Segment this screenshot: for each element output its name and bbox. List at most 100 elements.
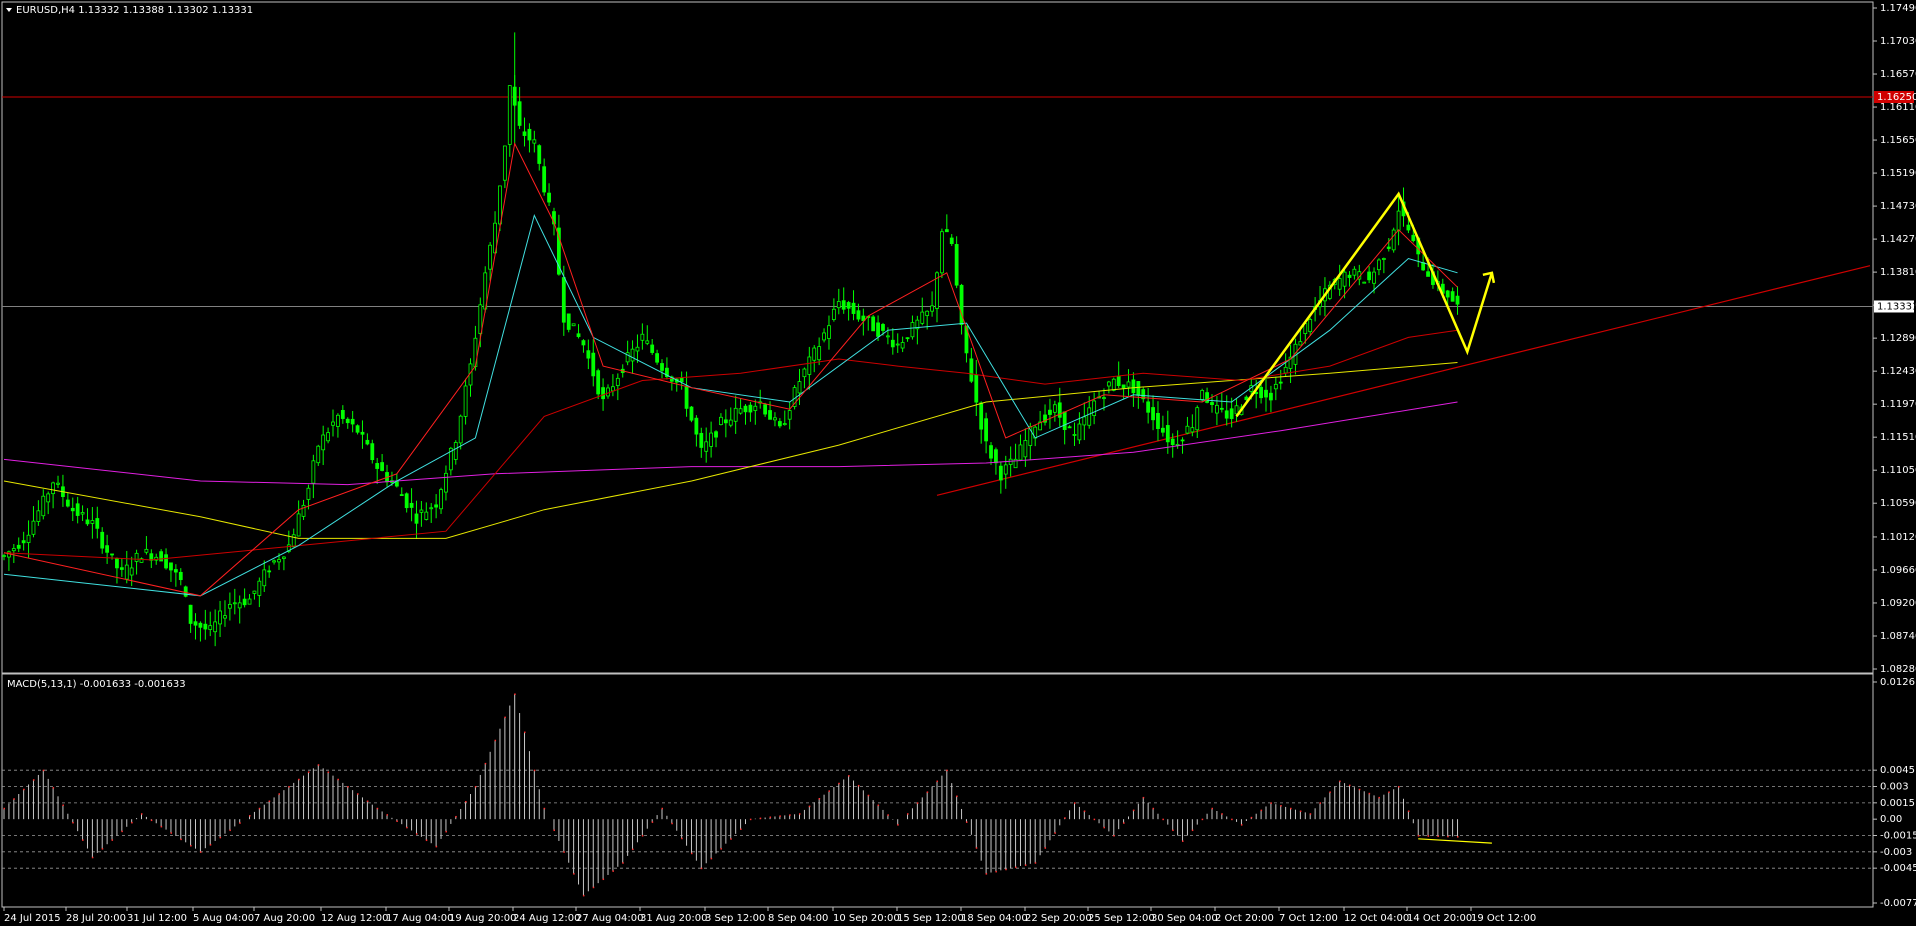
candle-body (1180, 439, 1185, 442)
candle-body (984, 418, 989, 442)
macd-signal-dot (985, 873, 988, 875)
macd-signal-dot (1191, 829, 1194, 832)
price-tick-label: 1.11510 (1880, 432, 1916, 443)
candle-body (56, 482, 60, 485)
candle-body (650, 344, 655, 353)
candle-body (1151, 407, 1155, 421)
candle-body (517, 101, 522, 126)
candle-body (1362, 281, 1367, 284)
macd-signal-dot (1015, 866, 1017, 869)
candle-body (979, 402, 984, 430)
candle-body (51, 482, 56, 495)
candle-body (360, 431, 365, 435)
candle-body (576, 333, 581, 337)
candle-body (768, 410, 772, 420)
candle-body (1062, 411, 1067, 431)
candle-body (178, 571, 183, 581)
candle-body (763, 404, 768, 415)
candle-body (1273, 383, 1278, 390)
macd-signal-dot (1083, 810, 1086, 813)
macd-signal-dot (1329, 791, 1331, 793)
candle-body (807, 356, 812, 375)
candle-body (1298, 341, 1303, 346)
macd-signal-dot (1132, 809, 1135, 812)
candle-body (21, 540, 26, 544)
candle-body (949, 237, 954, 244)
candle-body (1067, 426, 1072, 429)
candle-body (247, 598, 252, 605)
candle-body (910, 322, 915, 338)
candle-body (841, 300, 846, 310)
candle-body (1377, 259, 1381, 271)
time-tick-label: 15 Sep 12:00 (897, 913, 964, 924)
candle-body (925, 310, 930, 316)
macd-signal-dot (42, 769, 45, 772)
macd-signal-dot (1201, 818, 1204, 821)
candle-body (1185, 425, 1190, 434)
candle-body (134, 552, 139, 562)
macd-signal-dot (671, 822, 673, 825)
candle-body (930, 305, 934, 312)
trading-chart[interactable]: 1.17490 1.17030 1.16570 1.16110 1.15650 1.151… (0, 0, 1916, 926)
candle-body (498, 185, 502, 225)
symbol-header[interactable]: EURUSD,H4 1.13332 1.13388 1.13302 1.1333… (6, 5, 253, 16)
candle-body (70, 507, 75, 512)
candle-body (822, 332, 826, 341)
price-tick-label: 1.08280 (1880, 664, 1916, 675)
candle-body (1229, 408, 1234, 419)
candle-body (336, 414, 340, 427)
candle-body (714, 431, 718, 438)
candle-body (689, 406, 694, 421)
candle-body (41, 495, 46, 517)
macd-signal-dot (524, 731, 526, 734)
macd-signal-dot (415, 833, 418, 835)
candle-body (1210, 402, 1214, 405)
macd-signal-dot (111, 839, 114, 841)
candle-body (173, 569, 178, 573)
candle-body (797, 381, 802, 394)
candle-body (262, 569, 267, 587)
macd-signal-dot (1113, 835, 1115, 837)
candle-body (296, 513, 301, 537)
candle-body (881, 324, 885, 331)
resistance-price-label: 1.16250 (1877, 92, 1916, 103)
macd-signal-dot (376, 807, 379, 810)
macd-signal-dot (347, 786, 349, 788)
candle-body (414, 513, 419, 524)
price-tick-label: 1.15190 (1880, 168, 1916, 179)
candle-body (591, 352, 596, 377)
price-tick-label: 1.14270 (1880, 234, 1916, 245)
candle-body (1106, 381, 1111, 387)
candle-body (46, 493, 51, 503)
candle-body (728, 419, 733, 426)
candle-body (90, 520, 95, 524)
macd-signal-dot (828, 790, 830, 792)
candle-body (547, 192, 551, 203)
candle-body (537, 145, 542, 164)
candle-body (1308, 319, 1313, 333)
macd-signal-dot (1152, 807, 1155, 810)
macd-signal-dot (366, 800, 369, 803)
macd-signal-dot (1240, 824, 1243, 826)
candle-body (1126, 381, 1131, 388)
candle-body (733, 407, 738, 422)
time-tick-label: 7 Aug 20:00 (254, 913, 315, 924)
candle-body (439, 489, 443, 510)
macd-signal-dot (632, 848, 634, 851)
macd-signal-dot (1005, 868, 1007, 871)
candle-body (831, 308, 836, 320)
candle-body (905, 337, 910, 340)
time-tick-label: 31 Jul 12:00 (127, 913, 187, 924)
candle-body (429, 507, 434, 510)
candle-body (80, 512, 85, 515)
macd-signal-dot (160, 825, 163, 828)
price-tick-label: 1.08740 (1880, 631, 1916, 642)
candle-body (871, 316, 876, 332)
candle-body (989, 445, 993, 459)
current-price-label: 1.13331 (1877, 301, 1916, 312)
candle-body (890, 339, 895, 348)
macd-signal-dot (1417, 835, 1420, 837)
macd-signal-dot (857, 784, 860, 787)
candle-body (242, 598, 247, 606)
candle-body (876, 322, 880, 337)
